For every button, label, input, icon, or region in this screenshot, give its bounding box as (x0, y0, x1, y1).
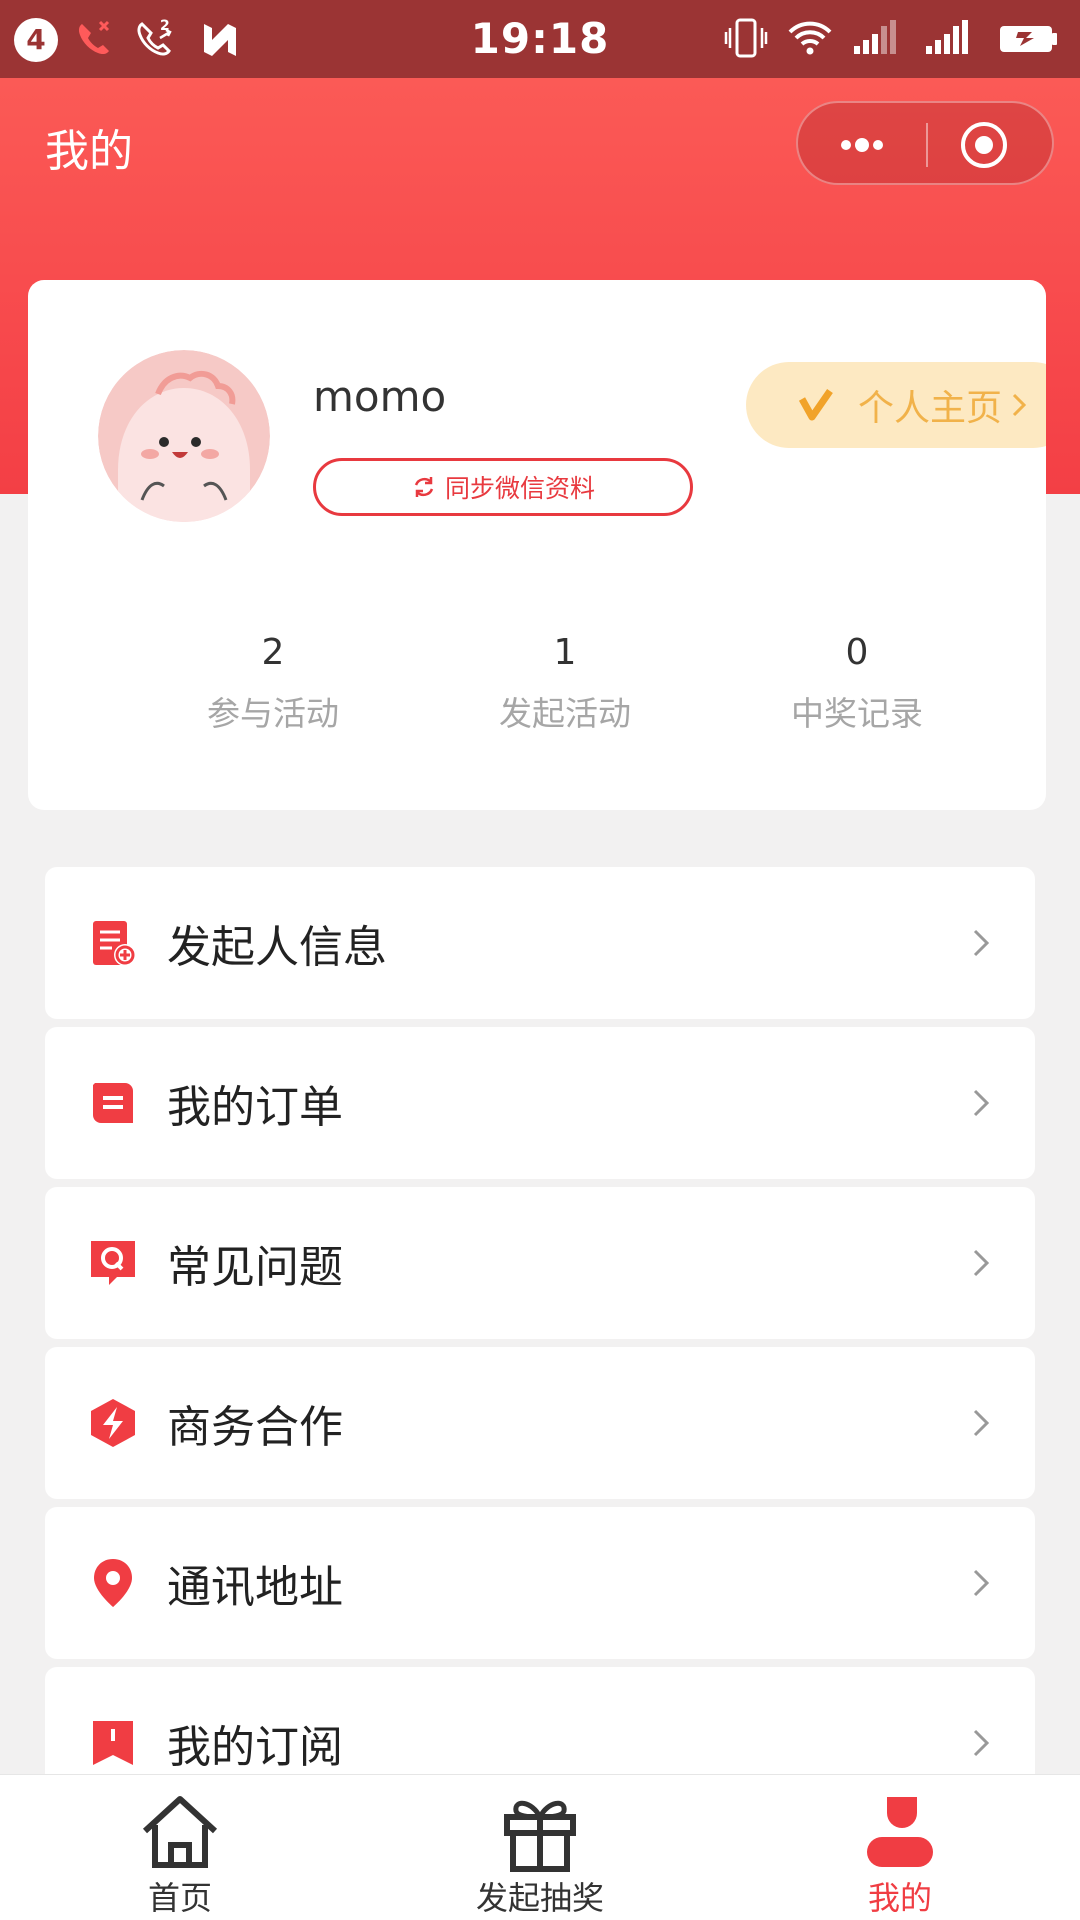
menu-item-label: 我的订单 (167, 1082, 343, 1133)
page-title: 我的 (45, 126, 133, 177)
stats-row: 2 参与活动 1 发起活动 0 中奖记录 (28, 625, 1046, 765)
question-bubble-icon (91, 1241, 135, 1285)
gift-icon (504, 1800, 576, 1872)
capsule-divider (926, 123, 928, 167)
stat-value: 2 (261, 632, 285, 673)
tab-create-lottery[interactable]: 发起抽奖 (360, 1775, 720, 1920)
menu-item-my-orders[interactable]: 我的订单 (45, 1027, 1035, 1179)
chevron-right-icon (973, 1569, 990, 1597)
tab-mine[interactable]: 我的 (720, 1775, 1080, 1920)
stat-label: 参与活动 (207, 694, 339, 733)
order-chat-icon (93, 1083, 133, 1123)
chevron-right-icon (973, 1089, 990, 1117)
stat-label: 发起活动 (499, 694, 631, 733)
menu-item-faq[interactable]: 常见问题 (45, 1187, 1035, 1339)
menu-item-mailing-address[interactable]: 通讯地址 (45, 1507, 1035, 1659)
more-dots-icon[interactable] (828, 125, 896, 165)
document-plus-icon (93, 921, 136, 966)
wifi-icon (788, 21, 832, 55)
sync-wechat-button[interactable]: 同步微信资料 (313, 458, 693, 516)
vibrate-icon (724, 18, 768, 58)
chevron-right-icon (973, 1409, 990, 1437)
profile-card: momo 同步微信资料 个人主页 2 参与活动 1 发起活动 0 中奖记录 (28, 280, 1046, 810)
menu-item-label: 商务合作 (167, 1402, 343, 1453)
sync-wechat-label: 同步微信资料 (444, 474, 595, 503)
miniprogram-capsule (796, 101, 1054, 185)
menu-item-label: 通讯地址 (167, 1562, 343, 1613)
battery-charging-icon (1000, 26, 1057, 52)
status-bar: 4 2 19:18 (0, 0, 1080, 78)
stat-value: 0 (845, 632, 869, 673)
personal-homepage-button[interactable]: 个人主页 (746, 362, 1046, 448)
tab-home[interactable]: 首页 (0, 1775, 360, 1920)
signal-sim2-icon (926, 20, 968, 54)
menu-item-label: 常见问题 (167, 1242, 343, 1293)
personal-homepage-label: 个人主页 (858, 388, 1003, 429)
menu-item-label: 我的订阅 (167, 1722, 343, 1773)
refresh-icon (414, 477, 434, 497)
username: momo (313, 372, 447, 421)
home-icon (142, 1796, 218, 1868)
location-pin-icon (94, 1559, 132, 1607)
user-icon (867, 1797, 933, 1867)
chevron-right-icon (1012, 393, 1027, 417)
stat-started-activities[interactable]: 1 发起活动 (419, 625, 711, 765)
tab-label: 发起抽奖 (475, 1879, 604, 1917)
signal-sim1-icon (854, 20, 896, 54)
menu-item-business-cooperation[interactable]: 商务合作 (45, 1347, 1035, 1499)
menu-item-sponsor-info[interactable]: 发起人信息 (45, 867, 1035, 1019)
tab-label: 我的 (867, 1879, 932, 1917)
chevron-right-icon (973, 929, 990, 957)
menu-item-label: 发起人信息 (167, 922, 387, 973)
chevron-right-icon (973, 1729, 990, 1757)
chevron-right-icon (973, 1249, 990, 1277)
stat-joined-activities[interactable]: 2 参与活动 (127, 625, 419, 765)
tab-bar: 首页 发起抽奖 我的 (0, 1774, 1080, 1920)
clock: 19:18 (470, 14, 610, 63)
target-close-icon[interactable] (958, 119, 1010, 171)
bookmark-icon (93, 1721, 133, 1765)
tab-label: 首页 (147, 1879, 212, 1917)
avatar[interactable] (98, 350, 270, 522)
stat-value: 1 (553, 632, 577, 673)
vip-check-icon (798, 389, 833, 421)
stat-label: 中奖记录 (791, 694, 923, 733)
lightning-hexagon-icon (91, 1399, 135, 1447)
stat-win-records[interactable]: 0 中奖记录 (711, 625, 1003, 765)
